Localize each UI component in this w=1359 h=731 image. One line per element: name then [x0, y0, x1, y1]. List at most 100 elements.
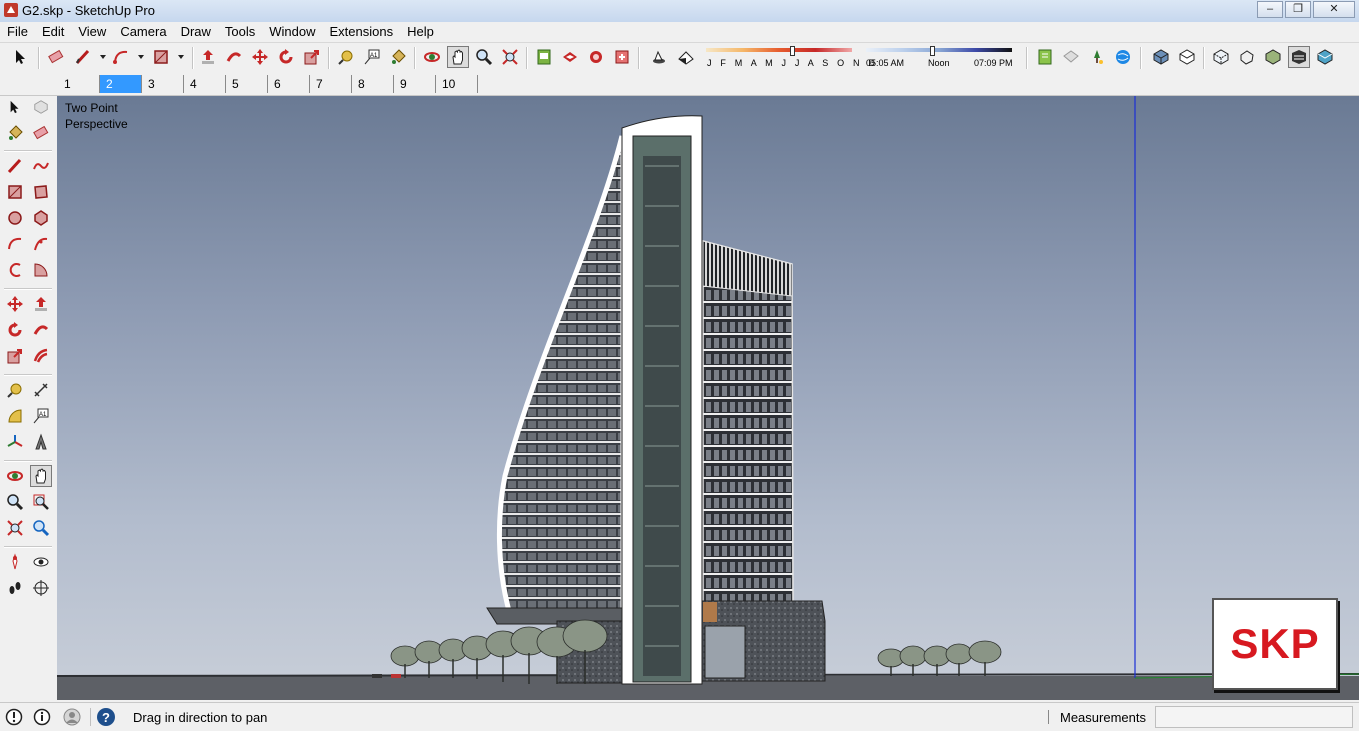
share-model-icon[interactable]	[559, 46, 581, 68]
measurements-input[interactable]	[1155, 706, 1353, 728]
freehand-tool-icon[interactable]	[30, 155, 52, 177]
fog-toggle-icon[interactable]	[675, 46, 697, 68]
line-tool-icon[interactable]	[4, 155, 26, 177]
section-plane-icon[interactable]	[30, 577, 52, 599]
preview-in-google-earth-icon[interactable]	[1112, 46, 1134, 68]
scene-tab-7[interactable]: 7	[310, 75, 352, 93]
previous-view-icon[interactable]	[30, 517, 52, 539]
menu-draw[interactable]: Draw	[174, 24, 218, 39]
shadow-date-slider-thumb[interactable]	[790, 46, 795, 56]
shadow-time-slider[interactable]	[866, 46, 1012, 56]
location-icon[interactable]	[1034, 46, 1056, 68]
scene-tab-8[interactable]: 8	[352, 75, 394, 93]
orbit-tool-icon[interactable]	[4, 465, 26, 487]
rectangle-tool-icon[interactable]	[4, 181, 26, 203]
paint-bucket-tool-icon[interactable]	[387, 46, 409, 68]
select-tool-icon[interactable]	[4, 96, 26, 118]
monochrome-style-icon[interactable]	[1288, 46, 1310, 68]
top-view-icon[interactable]	[1176, 46, 1198, 68]
zoom-extents-tool-icon[interactable]	[499, 46, 521, 68]
menu-window[interactable]: Window	[262, 24, 322, 39]
tape-measure-tool-icon[interactable]	[4, 379, 26, 401]
minimize-button[interactable]: –	[1257, 1, 1283, 18]
position-camera-icon[interactable]	[4, 551, 26, 573]
user-account-icon[interactable]	[62, 707, 82, 727]
model-viewport[interactable]: Two Point Perspective SKP	[57, 96, 1359, 700]
menu-view[interactable]: View	[71, 24, 113, 39]
follow-me-tool-icon[interactable]	[223, 46, 245, 68]
scene-tab-9[interactable]: 9	[394, 75, 436, 93]
scene-tab-10[interactable]: 10	[436, 75, 478, 93]
shape-dropdown-icon[interactable]	[170, 46, 192, 68]
move-tool-icon[interactable]	[4, 293, 26, 315]
pie-tool-icon[interactable]	[30, 259, 52, 281]
pan-tool-icon[interactable]	[447, 46, 469, 68]
info-icon[interactable]	[32, 707, 52, 727]
eraser-tool-icon[interactable]	[45, 46, 67, 68]
two-point-arc-tool-icon[interactable]	[30, 233, 52, 255]
walk-tool-icon[interactable]	[4, 577, 26, 599]
make-component-icon[interactable]	[30, 96, 52, 118]
three-point-arc-tool-icon[interactable]	[4, 259, 26, 281]
scene-tab-3[interactable]: 3	[142, 75, 184, 93]
polygon-tool-icon[interactable]	[30, 207, 52, 229]
shaded-with-textures-style-icon[interactable]	[1314, 46, 1336, 68]
scene-tab-1[interactable]: 1	[58, 75, 100, 93]
scene-tab-4[interactable]: 4	[184, 75, 226, 93]
shadow-time-slider-thumb[interactable]	[930, 46, 935, 56]
follow-me-tool-icon[interactable]	[30, 319, 52, 341]
eraser-tool-icon[interactable]	[30, 122, 52, 144]
zoom-extents-tool-icon[interactable]	[4, 517, 26, 539]
rotated-rectangle-tool-icon[interactable]	[30, 181, 52, 203]
text-tool-icon[interactable]: A1	[361, 46, 383, 68]
pan-tool-icon[interactable]	[30, 465, 52, 487]
menu-camera[interactable]: Camera	[113, 24, 173, 39]
menu-edit[interactable]: Edit	[35, 24, 71, 39]
toggle-terrain-icon[interactable]	[1060, 46, 1082, 68]
select-tool-icon[interactable]	[10, 46, 32, 68]
scene-tab-5[interactable]: 5	[226, 75, 268, 93]
geo-location-icon[interactable]	[4, 707, 24, 727]
zoom-tool-icon[interactable]	[4, 491, 26, 513]
offset-tool-icon[interactable]	[30, 345, 52, 367]
scene-tab-2[interactable]: 2	[100, 75, 142, 93]
menu-extensions[interactable]: Extensions	[323, 24, 401, 39]
protractor-tool-icon[interactable]	[4, 405, 26, 427]
arc-dropdown-icon[interactable]	[130, 46, 152, 68]
instructor-help-icon[interactable]: ?	[96, 707, 116, 727]
push-pull-tool-icon[interactable]	[197, 46, 219, 68]
rotate-tool-icon[interactable]	[4, 319, 26, 341]
close-button[interactable]: ✕	[1313, 1, 1355, 18]
wireframe-style-icon[interactable]	[1236, 46, 1258, 68]
rotate-tool-icon[interactable]	[275, 46, 297, 68]
move-tool-icon[interactable]	[249, 46, 271, 68]
menu-tools[interactable]: Tools	[218, 24, 262, 39]
menu-help[interactable]: Help	[400, 24, 441, 39]
iso-view-icon[interactable]	[1150, 46, 1172, 68]
share-component-icon[interactable]	[585, 46, 607, 68]
dimension-tool-icon[interactable]	[30, 379, 52, 401]
paint-bucket-tool-icon[interactable]	[4, 122, 26, 144]
text-tool-icon[interactable]: A1	[30, 405, 52, 427]
zoom-tool-icon[interactable]	[473, 46, 495, 68]
arc-tool-icon[interactable]	[110, 46, 132, 68]
scale-tool-icon[interactable]	[4, 345, 26, 367]
circle-tool-icon[interactable]	[4, 207, 26, 229]
line-tool-icon[interactable]	[72, 46, 94, 68]
xray-style-icon[interactable]	[1210, 46, 1232, 68]
zoom-window-tool-icon[interactable]	[30, 491, 52, 513]
extension-warehouse-icon[interactable]	[611, 46, 633, 68]
shaded-style-icon[interactable]	[1262, 46, 1284, 68]
tape-measure-tool-icon[interactable]	[335, 46, 357, 68]
orbit-tool-icon[interactable]	[421, 46, 443, 68]
scene-tab-6[interactable]: 6	[268, 75, 310, 93]
three-d-text-tool-icon[interactable]	[30, 431, 52, 453]
menu-file[interactable]: File	[0, 24, 35, 39]
add-location-icon[interactable]	[1086, 46, 1108, 68]
rectangle-tool-icon[interactable]	[150, 46, 172, 68]
scale-tool-icon[interactable]	[301, 46, 323, 68]
shadow-date-slider[interactable]	[706, 46, 852, 56]
look-around-icon[interactable]	[30, 551, 52, 573]
get-models-icon[interactable]	[533, 46, 555, 68]
shadows-toggle-icon[interactable]	[647, 46, 669, 68]
